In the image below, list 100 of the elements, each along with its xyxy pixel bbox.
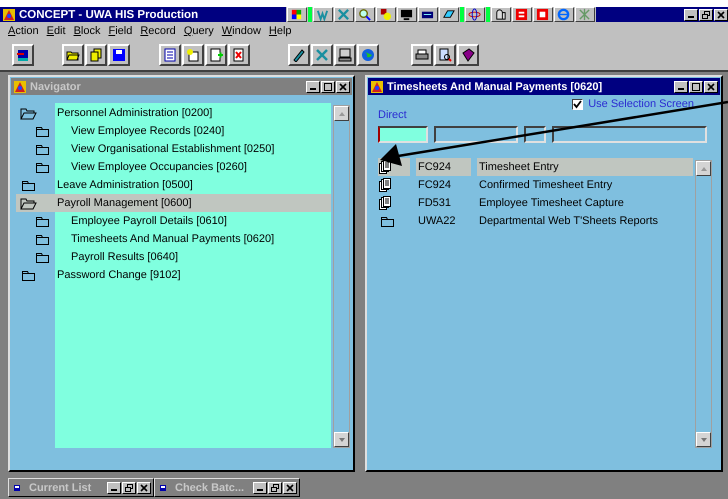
tree-item[interactable]: View Employee Occupancies [0260]	[16, 158, 331, 176]
tray-button[interactable]	[438, 7, 459, 22]
scrollbar[interactable]	[695, 160, 712, 448]
restore-button[interactable]	[698, 8, 713, 20]
toolbar-button[interactable]	[311, 44, 333, 66]
tree-item[interactable]: Timesheets And Manual Payments [0620]	[16, 230, 331, 248]
toolbar-button[interactable]	[85, 44, 107, 66]
minimize-button[interactable]	[684, 8, 698, 20]
close-button[interactable]	[336, 80, 350, 92]
maximize-button[interactable]	[321, 80, 335, 92]
tray-button[interactable]	[532, 7, 553, 22]
tray-button[interactable]	[490, 7, 511, 22]
magnifier-icon	[358, 8, 372, 21]
scroll-down-button[interactable]	[334, 432, 349, 447]
app-icon	[370, 80, 384, 94]
list-row[interactable]: FC924 Timesheet Entry	[378, 158, 693, 176]
toolbar-button[interactable]	[205, 44, 227, 66]
atom-icon	[468, 8, 482, 21]
tree-item[interactable]: Payroll Management [0600]	[16, 194, 331, 212]
tray-button[interactable]	[464, 7, 485, 22]
toolbar-button[interactable]	[288, 44, 310, 66]
shapes-icon	[379, 8, 392, 21]
checkbox[interactable]	[572, 98, 584, 110]
tray-button[interactable]	[574, 7, 595, 22]
input-field[interactable]	[378, 126, 428, 143]
toolbar-button[interactable]	[228, 44, 250, 66]
restore-button[interactable]	[122, 482, 136, 494]
down-arrow-icon	[700, 436, 708, 444]
tree-item-label: Payroll Results [0640]	[70, 251, 178, 263]
menu-item[interactable]: Window	[218, 25, 265, 37]
color-grid-icon	[290, 8, 304, 21]
computer-icon	[338, 48, 352, 62]
tree-item-label: View Organisational Establishment [0250]	[70, 143, 274, 155]
tree-item[interactable]: Employee Payroll Details [0610]	[16, 212, 331, 230]
toolbar-button[interactable]	[62, 44, 84, 66]
scrollbar[interactable]	[333, 105, 350, 448]
close-button[interactable]	[714, 8, 728, 20]
up-arrow-icon	[700, 164, 708, 172]
minimize-button[interactable]	[306, 80, 320, 92]
list-icon	[163, 48, 177, 62]
toolbar-button[interactable]	[411, 44, 433, 66]
list-row[interactable]: UWA22 Departmental Web T'Sheets Reports	[378, 212, 693, 230]
scroll-down-button[interactable]	[696, 432, 711, 447]
minimize-button[interactable]	[107, 482, 121, 494]
menu-item[interactable]: Field	[104, 25, 136, 37]
toolbar-button[interactable]	[334, 44, 356, 66]
maximize-button[interactable]	[689, 80, 703, 92]
window-title: Check Batc...	[175, 482, 244, 494]
list-row[interactable]: FD531 Employee Timesheet Capture	[378, 194, 693, 212]
tray-button[interactable]	[396, 7, 417, 22]
document-stack-icon	[379, 178, 391, 192]
tree-item[interactable]: Password Change [9102]	[16, 266, 331, 284]
menu-item[interactable]: Action	[4, 25, 43, 37]
restore-icon	[124, 482, 134, 492]
tray-button[interactable]	[418, 7, 438, 22]
menu-item[interactable]: Help	[264, 25, 296, 37]
window-title: Current List	[29, 482, 92, 494]
minimize-button[interactable]	[253, 482, 267, 494]
tray-button[interactable]	[376, 7, 396, 22]
menu-item[interactable]: Block	[70, 25, 104, 37]
menu-item[interactable]: Query	[180, 25, 218, 37]
close-icon	[716, 10, 726, 20]
toolbar-button[interactable]	[12, 44, 34, 66]
close-button[interactable]	[283, 482, 297, 494]
tree-item[interactable]: Personnel Administration [0200]	[16, 104, 331, 122]
app-icon	[13, 80, 27, 94]
tray-button[interactable]	[334, 7, 354, 22]
tree-item-label: View Employee Records [0240]	[70, 125, 224, 137]
tree-item[interactable]: View Employee Records [0240]	[16, 122, 331, 140]
tray-button[interactable]	[354, 7, 375, 22]
toolbar-button[interactable]	[434, 44, 456, 66]
menu-item[interactable]: Edit	[42, 25, 70, 37]
toolbar-button[interactable]	[457, 44, 479, 66]
tree-item-label: Timesheets And Manual Payments [0620]	[70, 233, 274, 245]
minimize-button[interactable]	[674, 80, 688, 92]
list-row[interactable]: FC924 Confirmed Timesheet Entry	[378, 176, 693, 194]
tray-button[interactable]	[286, 7, 307, 22]
tray-button[interactable]	[554, 7, 574, 22]
toolbar-button[interactable]	[159, 44, 181, 66]
tray-button[interactable]	[312, 7, 333, 22]
scroll-up-button[interactable]	[334, 106, 349, 121]
menu-item[interactable]: Record	[136, 25, 180, 37]
tree-item-label: Payroll Management [0600]	[56, 197, 192, 209]
input-field[interactable]	[552, 126, 707, 143]
tree-item[interactable]: Payroll Results [0640]	[16, 248, 331, 266]
tray-button[interactable]	[512, 7, 532, 22]
close-button[interactable]	[137, 482, 151, 494]
minimize-icon	[678, 88, 684, 90]
tree-item[interactable]: View Organisational Establishment [0250]	[16, 140, 331, 158]
close-icon	[285, 482, 295, 492]
close-button[interactable]	[704, 80, 718, 92]
restore-button[interactable]	[268, 482, 282, 494]
toolbar-button[interactable]	[182, 44, 204, 66]
toolbar-button[interactable]	[108, 44, 130, 66]
input-field[interactable]	[434, 126, 518, 143]
window-icon	[159, 484, 167, 492]
scroll-up-button[interactable]	[696, 161, 711, 176]
toolbar-button[interactable]	[357, 44, 379, 66]
tree-item[interactable]: Leave Administration [0500]	[16, 176, 331, 194]
tree-item-label: Leave Administration [0500]	[56, 179, 193, 191]
